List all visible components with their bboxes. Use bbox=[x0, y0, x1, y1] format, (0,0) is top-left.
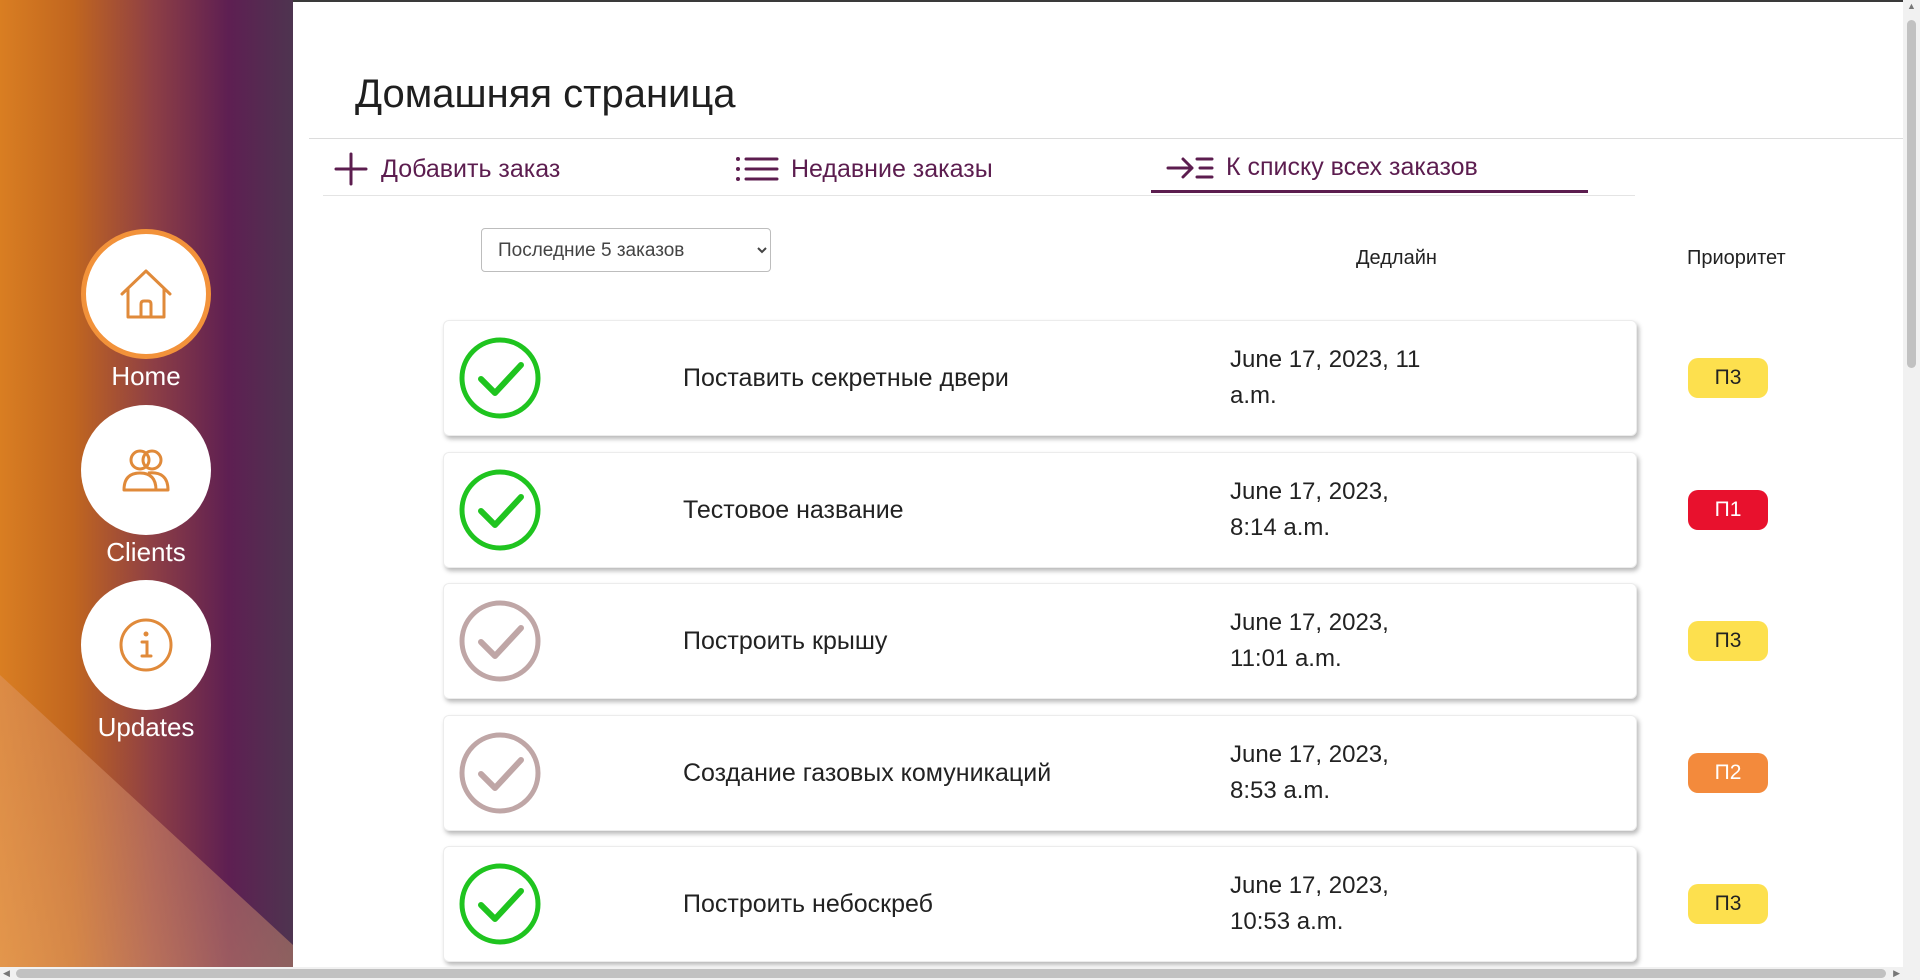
info-icon bbox=[119, 618, 173, 672]
plus-icon bbox=[334, 152, 368, 186]
tab-label: Недавние заказы bbox=[791, 154, 993, 183]
order-name: Тестовое название bbox=[683, 495, 904, 524]
scroll-left-arrow-icon[interactable]: ◀ bbox=[3, 969, 10, 978]
updates-nav-button[interactable] bbox=[81, 580, 211, 710]
order-name: Построить крышу bbox=[683, 626, 888, 655]
title-divider bbox=[309, 138, 1903, 139]
home-icon bbox=[120, 269, 172, 319]
order-deadline: June 17, 2023, 11 a.m. bbox=[1230, 346, 1421, 409]
order-deadline: June 17, 2023, 10:53 a.m. bbox=[1230, 872, 1389, 935]
tab-all-orders[interactable]: К списку всех заказов bbox=[1151, 145, 1588, 193]
order-row[interactable]: Построить небоскреб June 17, 2023, 10:53 … bbox=[443, 846, 1768, 962]
order-row[interactable]: Создание газовых комуникаций June 17, 202… bbox=[443, 715, 1768, 831]
scroll-right-arrow-icon[interactable]: ▶ bbox=[1893, 969, 1900, 978]
vertical-scrollbar[interactable]: ▲ bbox=[1903, 0, 1920, 967]
check-circle-icon[interactable] bbox=[459, 337, 541, 419]
sidebar: Home Clients Updates bbox=[0, 0, 293, 967]
order-tabs: Добавить заказ Недавние заказы К списку … bbox=[323, 145, 1635, 196]
sidebar-item-label: Home bbox=[111, 361, 181, 391]
tab-recent-orders[interactable]: Недавние заказы bbox=[735, 145, 993, 193]
vertical-scroll-thumb[interactable] bbox=[1907, 20, 1916, 368]
check-circle-icon[interactable] bbox=[459, 600, 541, 682]
arrow-list-icon bbox=[1166, 157, 1214, 178]
order-row[interactable]: Поставить секретные двери June 17, 2023, … bbox=[443, 320, 1768, 436]
main-content: Домашняя страница Добавить заказ Недавни… bbox=[293, 0, 1903, 967]
check-circle-icon[interactable] bbox=[459, 863, 541, 945]
sidebar-item-clients[interactable]: Clients bbox=[81, 405, 211, 567]
horizontal-scroll-thumb[interactable] bbox=[16, 969, 1886, 978]
clients-nav-button[interactable] bbox=[81, 405, 211, 535]
users-icon bbox=[122, 449, 170, 492]
order-deadline: June 17, 2023, 8:14 a.m. bbox=[1230, 478, 1389, 541]
sidebar-item-label: Clients bbox=[106, 537, 186, 567]
priority-badge: П3 bbox=[1688, 884, 1768, 924]
order-name: Создание газовых комуникаций bbox=[683, 758, 1052, 787]
priority-badge: П3 bbox=[1688, 621, 1768, 661]
order-deadline: June 17, 2023, 8:53 a.m. bbox=[1230, 741, 1389, 804]
priority-badge: П3 bbox=[1688, 358, 1768, 398]
column-header-priority: Приоритет bbox=[1687, 247, 1786, 269]
order-name: Построить небоскреб bbox=[683, 889, 933, 918]
tab-add-order[interactable]: Добавить заказ bbox=[333, 145, 560, 193]
order-row[interactable]: Тестовое название June 17, 2023, 8:14 a.m… bbox=[443, 452, 1768, 568]
priority-badge: П2 bbox=[1688, 753, 1768, 793]
list-icon bbox=[736, 157, 779, 181]
check-circle-icon[interactable] bbox=[459, 469, 541, 551]
tab-label: Добавить заказ bbox=[381, 154, 561, 183]
order-row[interactable]: Построить крышу June 17, 2023, 11:01 a.m.… bbox=[443, 583, 1768, 699]
page-title: Домашняя страница bbox=[355, 72, 736, 116]
column-header-deadline: Дедлайн bbox=[1356, 247, 1437, 269]
orders-count-select[interactable]: Последние 5 заказов bbox=[481, 228, 771, 272]
sidebar-item-label: Updates bbox=[97, 712, 195, 742]
check-circle-icon[interactable] bbox=[459, 732, 541, 814]
order-deadline: June 17, 2023, 11:01 a.m. bbox=[1230, 609, 1389, 672]
sidebar-item-home[interactable]: Home bbox=[81, 229, 211, 391]
horizontal-scrollbar[interactable]: ◀ ▶ bbox=[0, 967, 1920, 980]
tab-label: К списку всех заказов bbox=[1226, 153, 1478, 181]
scroll-up-arrow-icon[interactable]: ▲ bbox=[1907, 2, 1916, 11]
home-nav-button[interactable] bbox=[81, 229, 211, 359]
priority-badge: П1 bbox=[1688, 490, 1768, 530]
order-name: Поставить секретные двери bbox=[683, 363, 1009, 392]
sidebar-item-updates[interactable]: Updates bbox=[81, 580, 211, 742]
